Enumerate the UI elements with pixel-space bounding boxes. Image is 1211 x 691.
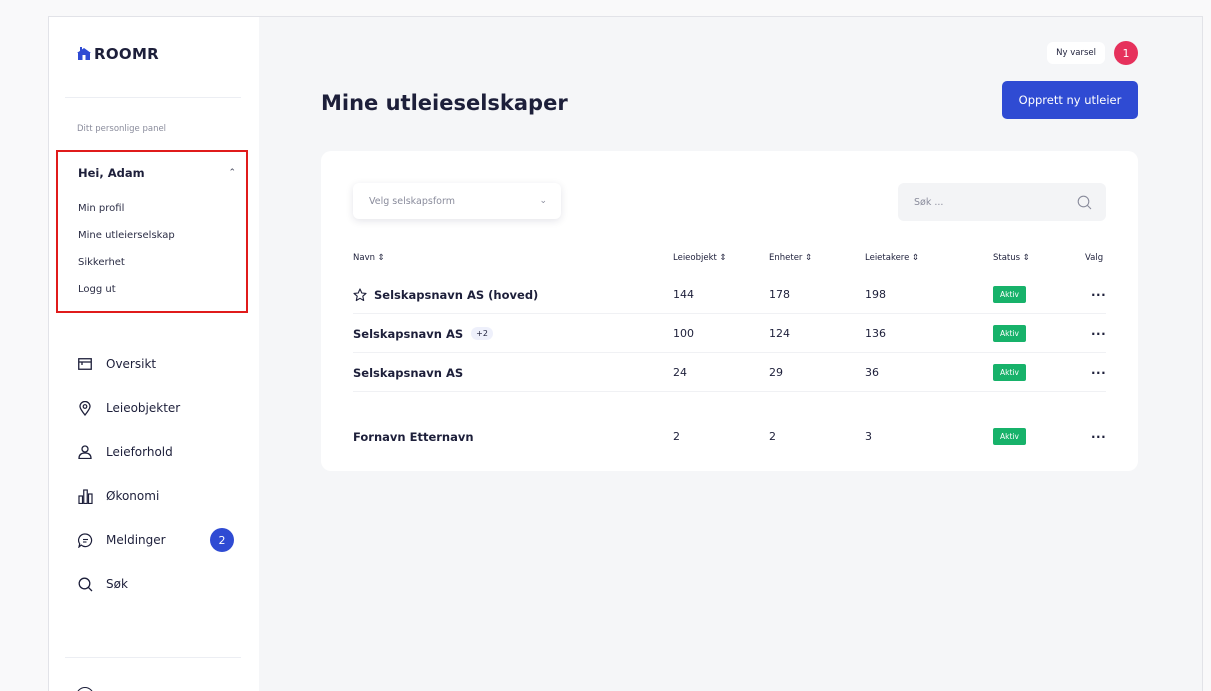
divider xyxy=(65,657,241,658)
user-menu: Min profil Mine utleierselskap Sikkerhet… xyxy=(78,203,175,311)
sidebar-item-leieforhold[interactable]: Leieforhold xyxy=(77,430,234,474)
company-type-select[interactable]: Velg selskapsform ⌄ xyxy=(353,183,561,219)
search-icon xyxy=(1077,195,1092,209)
column-header-status[interactable]: Status ⇕ xyxy=(993,253,1030,263)
column-header-leietakere[interactable]: Leietakere ⇕ xyxy=(865,253,919,263)
sidebar-item-label: Meldinger xyxy=(106,533,166,547)
enheter-cell: 29 xyxy=(769,366,783,379)
leieobjekt-cell: 2 xyxy=(673,430,680,443)
user-menu-item-security[interactable]: Sikkerhet xyxy=(78,257,175,284)
app-window: ROOMR Ditt personlige panel Hei, Adam ⌃ … xyxy=(48,16,1203,691)
column-header-name[interactable]: Navn ⇕ xyxy=(353,253,385,263)
user-menu-item-profile[interactable]: Min profil xyxy=(78,203,175,230)
notification-label[interactable]: Ny varsel xyxy=(1047,42,1105,64)
column-header-enheter[interactable]: Enheter ⇕ xyxy=(769,253,812,263)
leieobjekt-cell: 100 xyxy=(673,327,694,340)
sidebar-item-label: Leieobjekter xyxy=(106,401,181,415)
notification-area[interactable]: Ny varsel 1 xyxy=(1047,41,1138,65)
sidebar-item-label: Oversikt xyxy=(106,357,157,371)
enheter-cell: 124 xyxy=(769,327,790,340)
bar-chart-icon xyxy=(77,488,93,504)
sidebar: ROOMR Ditt personlige panel Hei, Adam ⌃ … xyxy=(49,17,259,691)
status-badge: Aktiv xyxy=(993,428,1026,445)
sidebar-item-oversikt[interactable]: Oversikt xyxy=(77,342,234,386)
location-pin-icon xyxy=(77,400,93,416)
sidebar-nav: Oversikt Leieobjekter Leieforhold Økonom… xyxy=(77,342,234,606)
create-landlord-button[interactable]: Opprett ny utleier xyxy=(1002,81,1138,119)
company-name[interactable]: Selskapsnavn AS (hoved) xyxy=(374,288,538,302)
main-content: Ny varsel 1 Mine utleieselskaper Opprett… xyxy=(259,17,1202,691)
enheter-cell: 178 xyxy=(769,288,790,301)
sidebar-item-label: Økonomi xyxy=(106,489,160,503)
notification-count-badge[interactable]: 1 xyxy=(1114,41,1138,65)
sidebar-item-label: Søk xyxy=(106,577,128,591)
user-greeting: Hei, Adam xyxy=(78,166,145,180)
table-row[interactable]: Fornavn Etternavn 2 2 3 Aktiv ··· xyxy=(353,417,1106,456)
search-input[interactable] xyxy=(914,196,1064,208)
table-row[interactable]: Selskapsnavn AS 24 29 36 Aktiv ··· xyxy=(353,353,1106,392)
house-logo-icon xyxy=(77,47,91,60)
status-badge: Aktiv xyxy=(993,364,1026,381)
leietakere-cell: 136 xyxy=(865,327,886,340)
page-title: Mine utleieselskaper xyxy=(321,91,568,115)
circle-icon[interactable] xyxy=(76,687,94,691)
leieobjekt-cell: 24 xyxy=(673,366,687,379)
sidebar-item-leieobjekter[interactable]: Leieobjekter xyxy=(77,386,234,430)
more-options-icon[interactable]: ··· xyxy=(1091,353,1106,392)
user-menu-toggle[interactable]: Hei, Adam ⌃ xyxy=(78,166,236,180)
status-badge: Aktiv xyxy=(993,325,1026,342)
company-name[interactable]: Selskapsnavn AS xyxy=(353,327,463,341)
logo-text: ROOMR xyxy=(94,45,160,63)
sidebar-item-meldinger[interactable]: Meldinger 2 xyxy=(77,518,234,562)
search-icon xyxy=(77,576,93,592)
select-value: Velg selskapsform xyxy=(369,195,455,207)
unread-count-badge: 2 xyxy=(210,528,234,552)
more-options-icon[interactable]: ··· xyxy=(1091,417,1106,456)
company-name-cell: Selskapsnavn AS +2 xyxy=(353,314,493,353)
company-name-cell: Fornavn Etternavn xyxy=(353,417,474,456)
column-header-valg: Valg xyxy=(1085,253,1104,263)
calendar-icon xyxy=(77,356,93,372)
sidebar-item-okonomi[interactable]: Økonomi xyxy=(77,474,234,518)
user-menu-box: Hei, Adam ⌃ Min profil Mine utleierselsk… xyxy=(56,150,248,313)
chevron-up-icon: ⌃ xyxy=(228,168,236,178)
status-badge: Aktiv xyxy=(993,286,1026,303)
leieobjekt-cell: 144 xyxy=(673,288,694,301)
company-name[interactable]: Fornavn Etternavn xyxy=(353,430,474,444)
chat-icon xyxy=(77,532,93,548)
leietakere-cell: 3 xyxy=(865,430,872,443)
company-name-cell: Selskapsnavn AS (hoved) xyxy=(353,275,538,314)
search-box[interactable] xyxy=(898,183,1106,221)
column-header-leieobjekt[interactable]: Leieobjekt ⇕ xyxy=(673,253,727,263)
table-row[interactable]: Selskapsnavn AS +2 100 124 136 Aktiv ··· xyxy=(353,314,1106,353)
company-name-cell: Selskapsnavn AS xyxy=(353,353,463,392)
user-icon xyxy=(77,444,93,460)
user-menu-item-logout[interactable]: Logg ut xyxy=(78,284,175,311)
company-name[interactable]: Selskapsnavn AS xyxy=(353,366,463,380)
enheter-cell: 2 xyxy=(769,430,776,443)
logo[interactable]: ROOMR xyxy=(77,45,159,63)
companies-table-card: Velg selskapsform ⌄ Navn ⇕ Leieobjekt ⇕ … xyxy=(321,151,1138,471)
sidebar-item-sok[interactable]: Søk xyxy=(77,562,234,606)
star-icon[interactable] xyxy=(353,287,367,302)
sidebar-item-label: Leieforhold xyxy=(106,445,173,459)
panel-label: Ditt personlige panel xyxy=(77,124,167,134)
chevron-down-icon: ⌄ xyxy=(539,196,547,206)
extra-count-badge[interactable]: +2 xyxy=(471,327,493,340)
leietakere-cell: 198 xyxy=(865,288,886,301)
more-options-icon[interactable]: ··· xyxy=(1091,314,1106,353)
user-menu-item-companies[interactable]: Mine utleierselskap xyxy=(78,230,175,257)
table-row[interactable]: Selskapsnavn AS (hoved) 144 178 198 Akti… xyxy=(353,275,1106,314)
leietakere-cell: 36 xyxy=(865,366,879,379)
divider xyxy=(65,97,241,98)
more-options-icon[interactable]: ··· xyxy=(1091,275,1106,314)
